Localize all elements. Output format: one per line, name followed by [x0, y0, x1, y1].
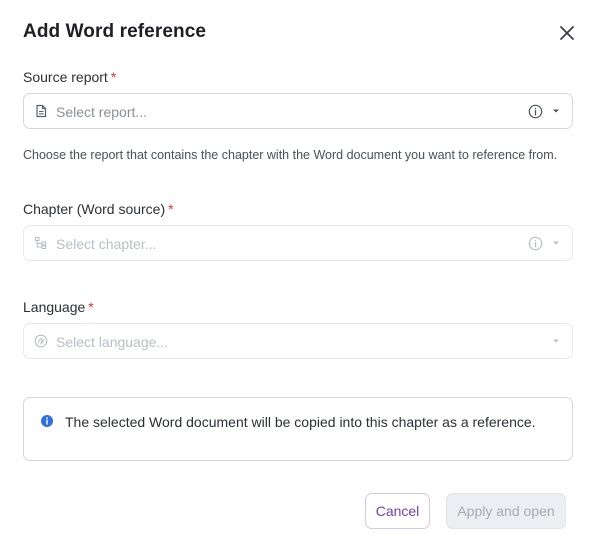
apply-and-open-button[interactable]: Apply and open: [446, 493, 566, 529]
close-button[interactable]: [555, 21, 579, 45]
info-icon: [528, 236, 543, 251]
chevron-down-icon: [553, 339, 559, 343]
required-marker: *: [88, 299, 94, 315]
language-icon: [34, 334, 48, 348]
tree-structure-icon: [34, 236, 47, 250]
dialog-title: Add Word reference: [23, 21, 207, 42]
chevron-down-icon: [553, 241, 559, 245]
info-icon: [41, 415, 53, 427]
chapter-placeholder: Select chapter...: [56, 236, 157, 252]
language-select[interactable]: Select language...: [23, 323, 573, 359]
source-report-help-text: Choose the report that contains the chap…: [23, 148, 558, 162]
add-word-reference-dialog: Add Word reference Source report * Select…: [0, 0, 595, 560]
chapter-select[interactable]: Select chapter...: [23, 225, 573, 261]
chapter-label: Chapter (Word source) *: [23, 201, 174, 217]
required-marker: *: [110, 69, 117, 85]
source-report-label: Source report *: [23, 69, 116, 85]
close-icon: [560, 26, 574, 40]
source-report-placeholder: Select report...: [56, 104, 148, 120]
chevron-down-icon[interactable]: [552, 108, 560, 114]
chapter-label-text: Chapter (Word source): [23, 201, 166, 217]
required-marker: *: [168, 201, 174, 217]
source-report-select[interactable]: Select report...: [23, 93, 573, 129]
info-icon[interactable]: [528, 104, 543, 119]
language-placeholder: Select language...: [56, 334, 169, 350]
language-label-text: Language: [23, 299, 86, 315]
cancel-button[interactable]: Cancel: [365, 493, 430, 529]
document-icon: [36, 104, 47, 118]
notice-text: The selected Word document will be copie…: [65, 414, 536, 430]
source-report-label-text: Source report: [23, 69, 108, 85]
info-notice: The selected Word document will be copie…: [23, 397, 573, 461]
language-label: Language *: [23, 299, 94, 315]
